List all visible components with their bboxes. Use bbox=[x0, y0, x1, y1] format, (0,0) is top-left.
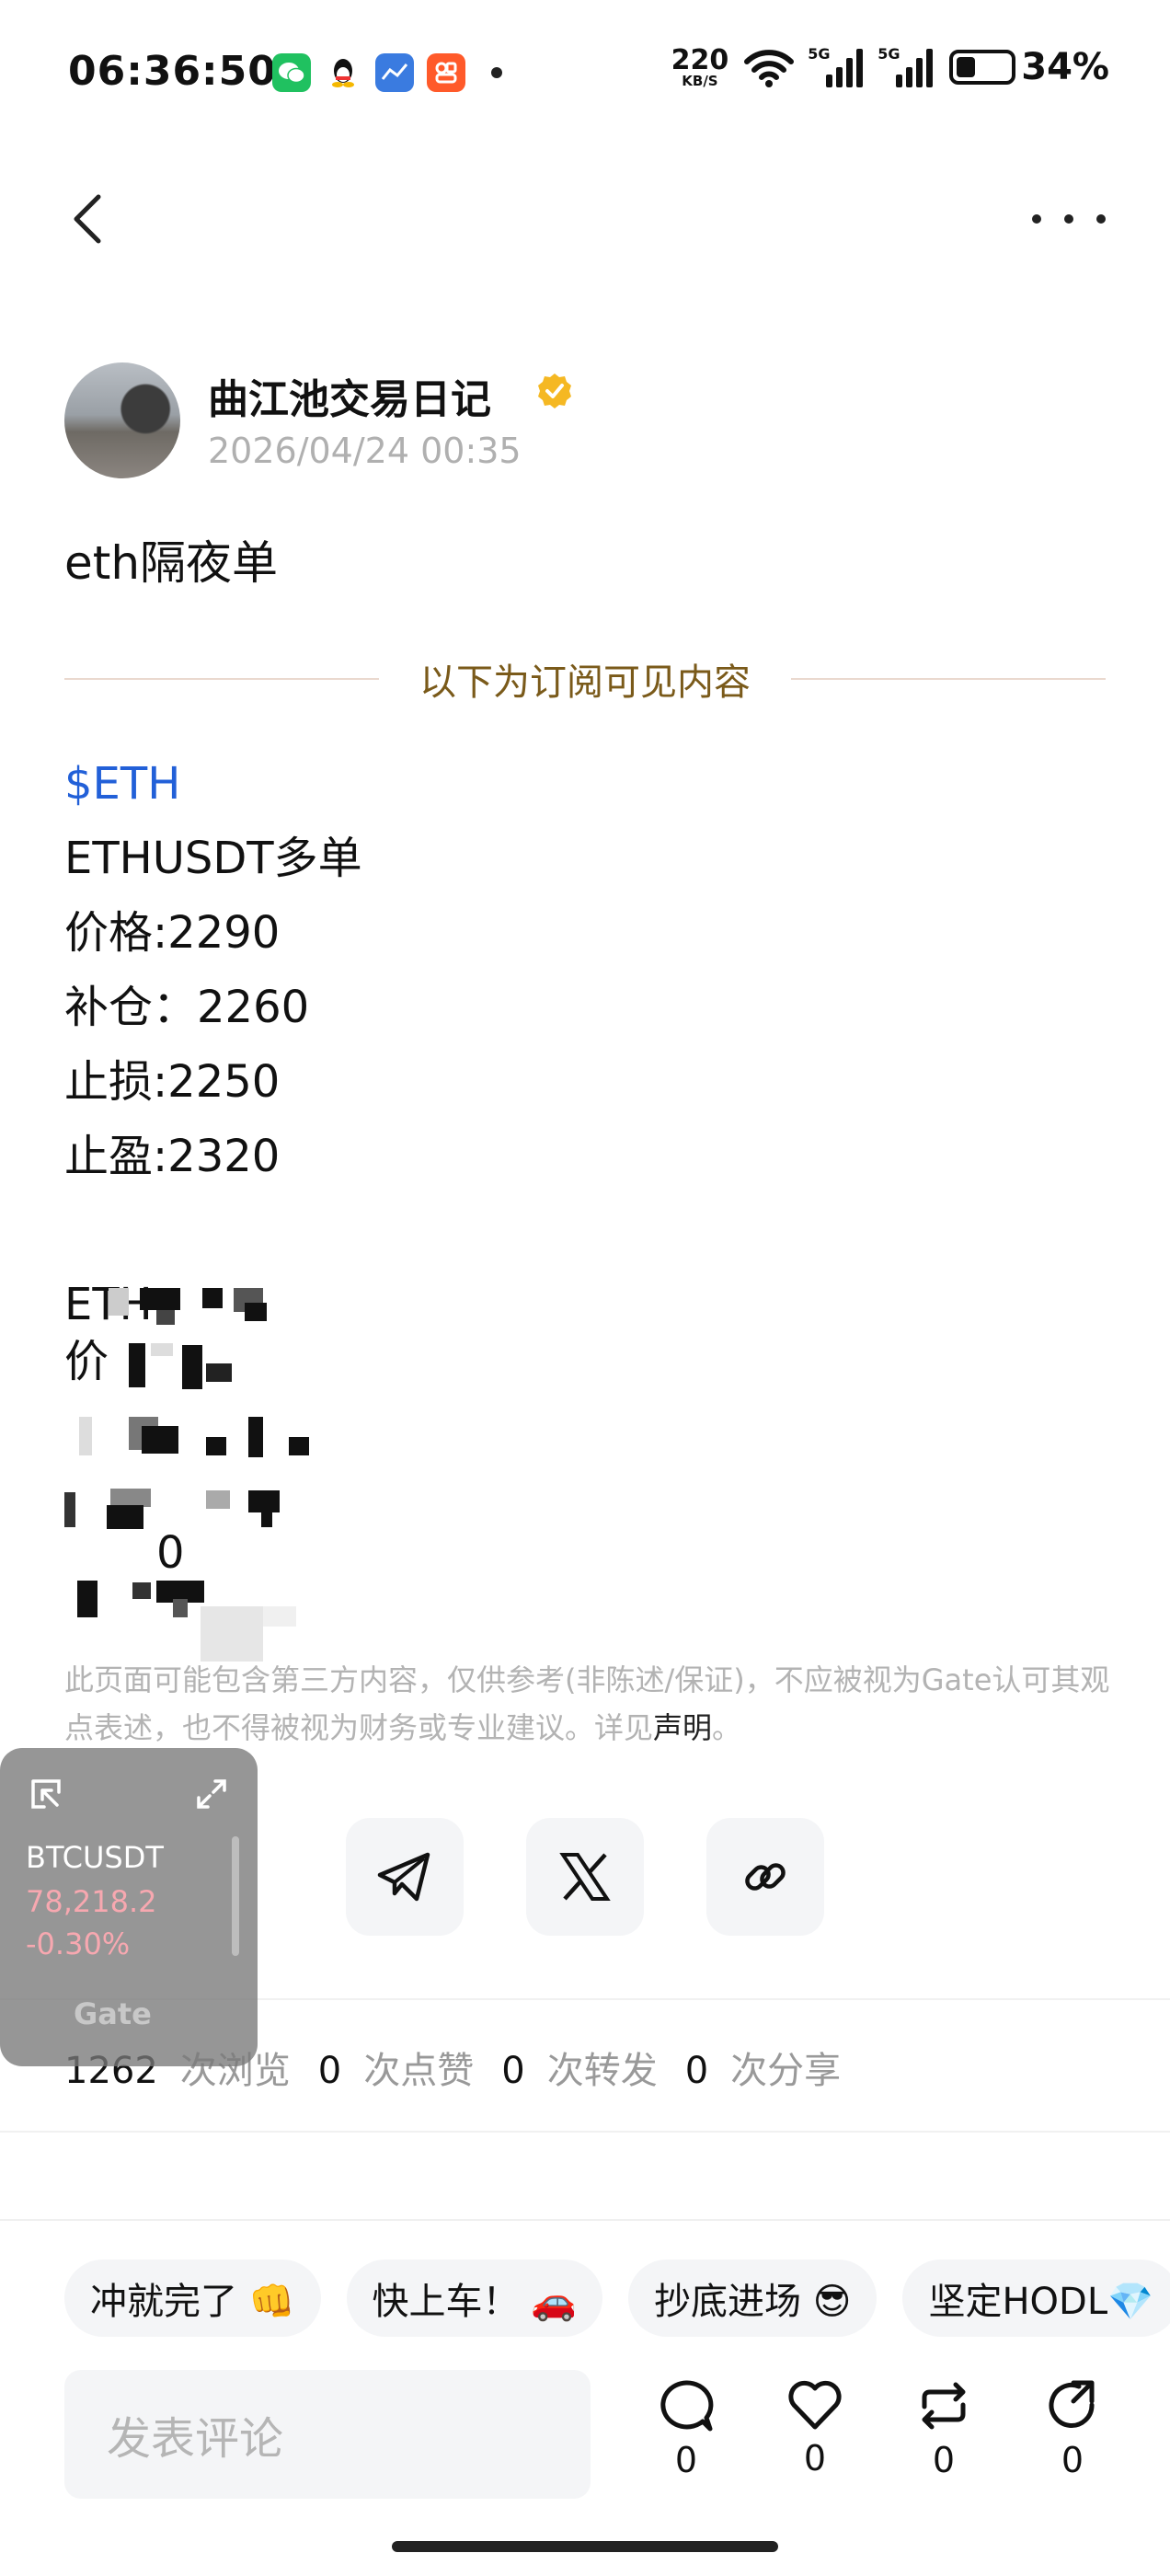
collapse-icon[interactable] bbox=[29, 1777, 63, 1811]
quick-reply-chip[interactable]: 坚定HODL💎 bbox=[902, 2260, 1170, 2337]
battery-indicator: 34% bbox=[949, 46, 1109, 88]
back-button[interactable] bbox=[61, 184, 112, 254]
quick-reply-chip[interactable]: 冲就完了 👊 bbox=[64, 2260, 321, 2337]
likes-count: 0 bbox=[317, 2050, 342, 2092]
battery-icon bbox=[949, 50, 1016, 85]
pixelated-hidden-content: ETH 价 0 bbox=[64, 1279, 377, 1662]
taobao-icon bbox=[427, 53, 465, 92]
comment-count: 0 bbox=[674, 2440, 698, 2480]
coin-tag[interactable]: $ETH bbox=[64, 747, 362, 822]
more-options-button[interactable] bbox=[1032, 191, 1106, 247]
battery-percent: 34% bbox=[1021, 46, 1109, 88]
content-line: ETHUSDT多单 bbox=[64, 833, 362, 884]
content-line: 价格:2290 bbox=[64, 907, 281, 959]
ticker-price: 78,218.2 bbox=[26, 1884, 157, 1919]
like-action[interactable]: 0 bbox=[778, 2379, 852, 2478]
verified-badge-icon bbox=[538, 374, 571, 408]
disclaimer-body: 此页面可能包含第三方内容，仅供参考(非陈述/保证)，不应被视为Gate认可其观点… bbox=[64, 1662, 1110, 1745]
ticker-change: -0.30% bbox=[26, 1926, 131, 1961]
separator bbox=[0, 2131, 1170, 2133]
quick-reply-chip[interactable]: 抄底进场 😎 bbox=[628, 2260, 878, 2337]
quick-reply-chip[interactable]: 快上车！ 🚗 bbox=[346, 2260, 603, 2337]
post-content: $ETH ETHUSDT多单 价格:2290 补仓：2260 止损:2250 止… bbox=[64, 747, 362, 1194]
author-avatar[interactable] bbox=[64, 362, 180, 478]
comment-input[interactable]: 发表评论 bbox=[64, 2370, 591, 2499]
shares-count: 0 bbox=[684, 2050, 709, 2092]
link-icon bbox=[745, 1863, 786, 1891]
like-count: 0 bbox=[803, 2438, 827, 2478]
blurred-fragment: 价 bbox=[64, 1336, 109, 1387]
subscriber-only-label: 以下为订阅可见内容 bbox=[419, 661, 751, 704]
share-x-button[interactable] bbox=[526, 1818, 644, 1936]
share-arrow-icon bbox=[1049, 2380, 1095, 2428]
statement-link[interactable]: 声明 bbox=[653, 1710, 712, 1745]
telegram-icon bbox=[377, 1852, 430, 1902]
floating-ticker-widget[interactable]: BTCUSDT 78,218.2 -0.30% Gate bbox=[0, 1748, 258, 2066]
divider-line bbox=[64, 678, 379, 680]
status-time: 06:36:50 bbox=[68, 48, 277, 95]
wifi-icon bbox=[744, 50, 795, 87]
home-indicator[interactable] bbox=[392, 2541, 778, 2552]
comment-action[interactable]: 0 bbox=[649, 2379, 723, 2480]
more-dot-icon bbox=[1032, 214, 1041, 224]
x-logo-icon bbox=[559, 1853, 611, 1901]
status-bar: 06:36:50 220 KB/S 5G 5G 34% bbox=[0, 0, 1170, 147]
quick-reply-chips: 冲就完了 👊 快上车！ 🚗 抄底进场 😎 坚定HODL💎 bbox=[64, 2260, 1170, 2337]
blurred-fragment: 0 bbox=[156, 1527, 185, 1579]
gate-logo: Gate bbox=[74, 1996, 152, 2031]
comment-bubble-icon bbox=[660, 2380, 714, 2432]
content-line: 止盈:2320 bbox=[64, 1131, 281, 1182]
share-action[interactable]: 0 bbox=[1036, 2379, 1109, 2480]
disclaimer-end: 。 bbox=[712, 1710, 742, 1745]
repost-icon bbox=[922, 2382, 966, 2430]
wechat-icon bbox=[272, 53, 311, 92]
more-dot-icon bbox=[1064, 214, 1073, 224]
post-title: eth隔夜单 bbox=[64, 536, 279, 590]
author-name[interactable]: 曲江池交易日记 bbox=[208, 366, 491, 425]
ticker-scrollbar bbox=[232, 1836, 239, 1956]
signal-1-label: 5G bbox=[808, 45, 831, 63]
net-speed: 220 KB/S bbox=[671, 43, 729, 89]
copy-link-button[interactable] bbox=[706, 1818, 824, 1936]
notification-icons bbox=[272, 53, 502, 92]
post-timestamp: 2026/04/24 00:35 bbox=[208, 431, 522, 471]
map-app-icon bbox=[375, 53, 414, 92]
content-line: 补仓：2260 bbox=[64, 982, 310, 1033]
likes-label: 次点赞 bbox=[363, 2050, 475, 2092]
status-indicators: 220 KB/S 5G 5G 34% bbox=[671, 43, 1109, 89]
expand-icon[interactable] bbox=[195, 1777, 228, 1811]
ticker-symbol: BTCUSDT bbox=[26, 1840, 164, 1875]
more-dot-icon bbox=[1096, 214, 1106, 224]
content-line: 止损:2250 bbox=[64, 1056, 281, 1108]
signal-2-label: 5G bbox=[878, 45, 900, 63]
divider-line bbox=[791, 678, 1106, 680]
repost-count: 0 bbox=[932, 2440, 956, 2480]
chevron-left-icon bbox=[74, 194, 101, 244]
subscriber-divider: 以下为订阅可见内容 bbox=[64, 653, 1106, 705]
disclaimer-text: 此页面可能包含第三方内容，仅供参考(非陈述/保证)，不应被视为Gate认可其观点… bbox=[64, 1656, 1113, 1752]
signal-icon-1: 5G bbox=[808, 45, 865, 87]
heart-icon bbox=[788, 2380, 842, 2430]
reposts-count: 0 bbox=[501, 2050, 525, 2092]
signal-icon-2: 5G bbox=[878, 45, 935, 87]
more-notifications-dot bbox=[491, 67, 502, 78]
share-telegram-button[interactable] bbox=[346, 1818, 464, 1936]
shares-label: 次分享 bbox=[730, 2050, 842, 2092]
share-count: 0 bbox=[1061, 2440, 1084, 2480]
qq-icon bbox=[324, 53, 362, 92]
net-speed-unit: KB/S bbox=[682, 72, 718, 89]
repost-action[interactable]: 0 bbox=[907, 2379, 981, 2480]
reposts-label: 次转发 bbox=[546, 2050, 658, 2092]
net-speed-value: 220 bbox=[671, 43, 729, 76]
